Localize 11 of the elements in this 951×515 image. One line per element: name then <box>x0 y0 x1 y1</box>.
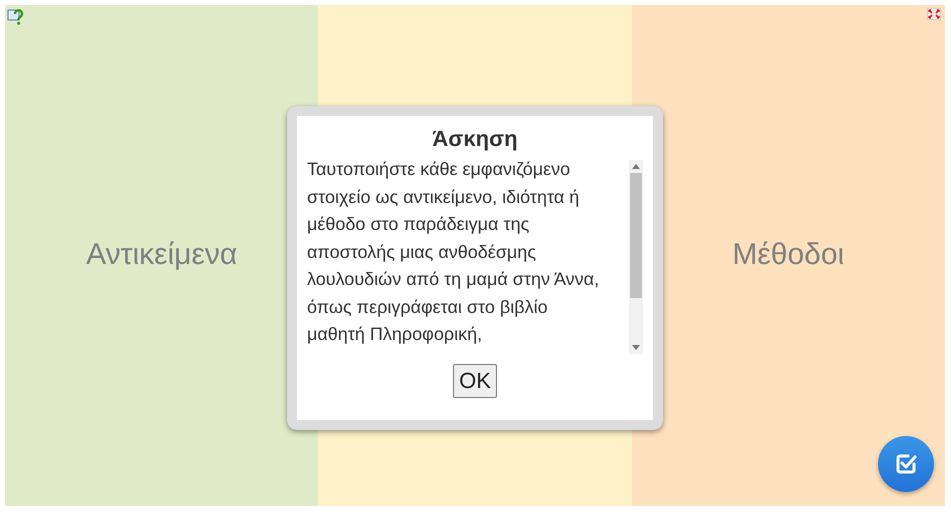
dialog-title: Άσκηση <box>432 126 518 152</box>
help-icon[interactable] <box>7 8 25 26</box>
fullscreen-icon[interactable] <box>927 8 941 20</box>
scroll-up-icon[interactable] <box>632 164 640 169</box>
column-label: Αντικείμενα <box>86 238 238 272</box>
scroll-down-icon[interactable] <box>632 345 640 350</box>
scrollbar[interactable] <box>629 160 643 354</box>
column-label: Μέθοδοι <box>732 238 844 272</box>
checkbox-icon <box>894 452 918 476</box>
ok-button[interactable]: OK <box>453 364 497 398</box>
dialog-text: Ταυτοποιήστε κάθε εμφανιζόμενο στοιχείο ως αντικείμενο, ιδιότητα ή μέθοδο στο παράδειγμα της αποστολής μιας ανθοδέσμης λουλουδιών από τη μαμά στην Άννα, όπως περιγράφεται στο βιβλίο μαθητή Πληροφορική, <box>307 158 600 346</box>
